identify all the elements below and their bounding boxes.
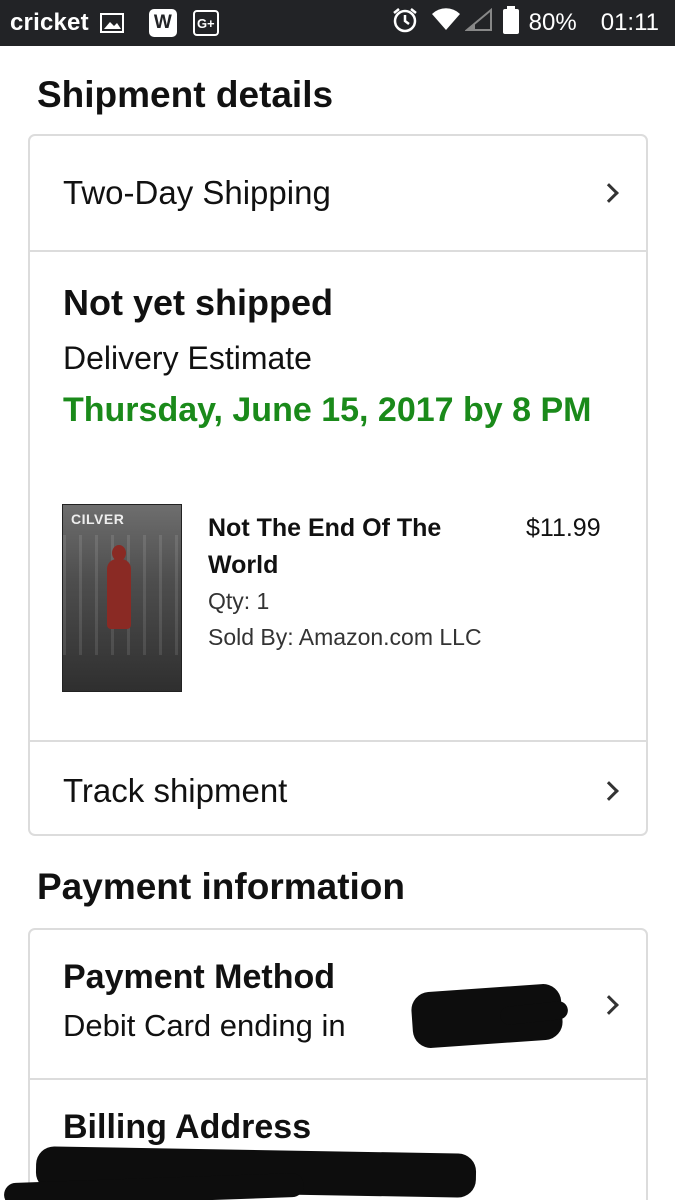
notification-gplus-icon: G+ bbox=[192, 10, 219, 36]
product-seller: Sold By: Amazon.com LLC bbox=[208, 624, 482, 650]
signal-icon bbox=[463, 7, 493, 39]
shipment-status-block: Not yet shipped Delivery Estimate Thursd… bbox=[30, 252, 646, 742]
notification-w-icon: W bbox=[148, 9, 177, 37]
wifi-icon bbox=[431, 7, 461, 39]
delivery-estimate-date: Thursday, June 15, 2017 by 8 PM bbox=[63, 391, 592, 429]
delivery-estimate-label: Delivery Estimate bbox=[63, 340, 312, 376]
shipping-speed-label: Two-Day Shipping bbox=[63, 174, 331, 211]
payment-information-heading: Payment information bbox=[37, 866, 405, 907]
chevron-right-icon bbox=[599, 995, 619, 1015]
battery-percent: 80% bbox=[528, 9, 577, 36]
shipment-status: Not yet shipped bbox=[63, 282, 334, 323]
status-bar: cricket W G+ 80% 01:11 bbox=[0, 0, 675, 46]
product-thumbnail[interactable]: CILVER bbox=[62, 504, 182, 692]
track-shipment-label: Track shipment bbox=[63, 772, 288, 809]
product-quantity: Qty: 1 bbox=[208, 588, 270, 614]
clock: 01:11 bbox=[600, 9, 659, 36]
battery-icon bbox=[502, 5, 519, 41]
shipment-card: Two-Day Shipping Not yet shipped Deliver… bbox=[28, 134, 648, 836]
billing-address-title: Billing Address bbox=[63, 1108, 312, 1146]
image-icon bbox=[99, 12, 125, 34]
carrier-name: cricket bbox=[10, 9, 89, 36]
product-title[interactable]: Not The End Of The World bbox=[208, 510, 508, 584]
chevron-right-icon bbox=[599, 183, 619, 203]
track-shipment-row[interactable]: Track shipment bbox=[30, 742, 646, 834]
payment-method-title: Payment Method bbox=[63, 958, 336, 996]
alarm-icon bbox=[391, 6, 419, 41]
cover-art-figure bbox=[107, 559, 131, 629]
cover-title-text: CILVER bbox=[71, 511, 125, 527]
product-price: $11.99 bbox=[526, 514, 601, 542]
payment-method-detail: Debit Card ending in bbox=[63, 1008, 346, 1043]
shipping-speed-row[interactable]: Two-Day Shipping bbox=[30, 136, 646, 252]
chevron-right-icon bbox=[599, 781, 619, 801]
shipment-details-heading: Shipment details bbox=[37, 74, 334, 115]
